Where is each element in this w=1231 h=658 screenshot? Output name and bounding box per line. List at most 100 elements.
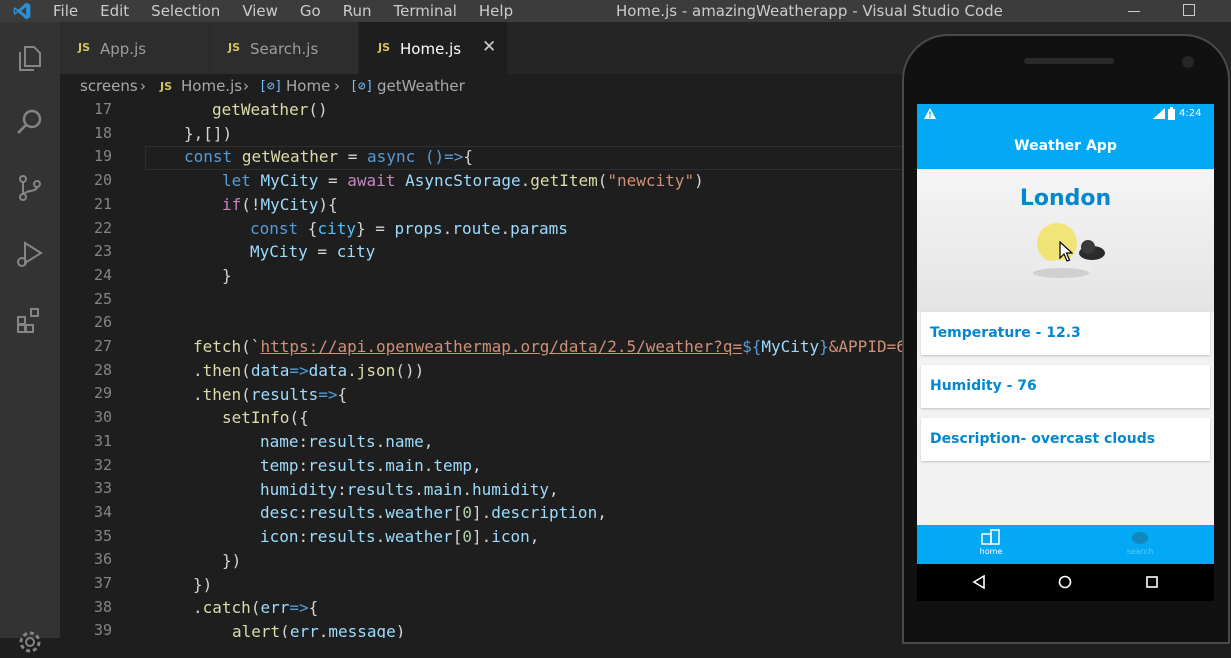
code-line-19: const getWeather = async ()=>{ bbox=[184, 147, 474, 166]
js-file-icon: JS bbox=[78, 41, 91, 54]
chevron-right-icon: › bbox=[140, 77, 146, 95]
menu-file[interactable]: File bbox=[53, 1, 78, 21]
code-line-27: fetch(`https://api.openweathermap.org/da… bbox=[193, 337, 906, 356]
breadcrumb: screens › JS Home.js › [⊘] Home › [⊘] ge… bbox=[60, 74, 960, 98]
line-number: 35 bbox=[93, 526, 112, 545]
tab-app-js[interactable]: JS App.js bbox=[60, 22, 210, 74]
line-number: 29 bbox=[93, 384, 112, 403]
code-line-33: humidity:results.main.humidity, bbox=[260, 480, 559, 499]
run-debug-icon[interactable] bbox=[14, 238, 46, 270]
tab-label: App.js bbox=[100, 40, 147, 58]
tab-home-js[interactable]: JS Home.js ✕ bbox=[359, 22, 508, 74]
menu-terminal[interactable]: Terminal bbox=[394, 1, 457, 21]
line-number: 20 bbox=[93, 171, 112, 190]
line-number: 23 bbox=[93, 242, 112, 261]
code-line-22: const {city} = props.route.params bbox=[250, 219, 568, 238]
warning-icon bbox=[924, 108, 936, 119]
line-number: 18 bbox=[93, 123, 112, 142]
menu-edit[interactable]: Edit bbox=[100, 1, 129, 21]
tab-label: Home.js bbox=[400, 40, 462, 58]
bottom-tab-label: search bbox=[1126, 547, 1154, 556]
line-number: 32 bbox=[93, 455, 112, 474]
title-bar: File Edit Selection View Go Run Terminal… bbox=[0, 0, 1231, 22]
code-line-20: let MyCity = await AsyncStorage.getItem(… bbox=[222, 171, 704, 190]
close-tab-icon[interactable]: ✕ bbox=[482, 37, 496, 57]
menu-view[interactable]: View bbox=[242, 1, 278, 21]
recents-square-icon[interactable] bbox=[1145, 575, 1159, 589]
phone-camera bbox=[1182, 56, 1194, 68]
code-line-32: temp:results.main.temp, bbox=[260, 456, 482, 475]
code-line-38: .catch(err=>{ bbox=[193, 598, 319, 617]
code-line-39: alert(err.message) bbox=[232, 622, 406, 638]
app-bar-title: Weather App bbox=[917, 124, 1214, 169]
vscode-logo-icon[interactable] bbox=[10, 1, 34, 21]
manage-gear-icon[interactable] bbox=[14, 626, 46, 658]
line-number: 21 bbox=[93, 194, 112, 213]
home-circle-icon[interactable] bbox=[1058, 575, 1072, 589]
android-nav-bar bbox=[917, 564, 1214, 601]
code-line-17: getWeather() bbox=[212, 100, 328, 119]
city-name: London bbox=[1019, 186, 1112, 211]
bottom-tab-search[interactable]: search bbox=[1110, 529, 1170, 561]
code-line-31: name:results.name, bbox=[260, 432, 434, 451]
code-line-29: .then(results=>{ bbox=[193, 385, 348, 404]
bottom-tab-home[interactable]: home bbox=[961, 529, 1021, 561]
weather-header: London bbox=[917, 169, 1214, 312]
code-line-24: } bbox=[222, 266, 232, 285]
code-editor[interactable]: 17 18 19 20 21 22 23 24 25 26 27 28 29 30 31 32 33 34 35 36… bbox=[60, 98, 960, 638]
activity-bar bbox=[0, 22, 60, 653]
explorer-icon[interactable] bbox=[14, 42, 46, 74]
line-number: 30 bbox=[93, 408, 112, 427]
line-number: 22 bbox=[93, 218, 112, 237]
code-line-18: },[]) bbox=[184, 124, 233, 143]
search-icon bbox=[1132, 532, 1148, 544]
line-number: 38 bbox=[93, 597, 112, 616]
menu-go[interactable]: Go bbox=[300, 1, 321, 21]
phone-screen: 4:24 Weather App London Temperature - 12… bbox=[917, 104, 1214, 601]
code-line-23: MyCity = city bbox=[250, 242, 376, 261]
maximize-button[interactable] bbox=[1166, 0, 1212, 22]
mouse-cursor-icon bbox=[1059, 241, 1073, 262]
tab-search-js[interactable]: JS Search.js bbox=[210, 22, 359, 74]
code-line-35: icon:results.weather[0].icon, bbox=[260, 527, 540, 546]
description-card: Description- overcast clouds bbox=[921, 418, 1210, 461]
code-line-28: .then(data=>data.json()) bbox=[193, 361, 425, 380]
menu-selection[interactable]: Selection bbox=[151, 1, 220, 21]
code-line-30: setInfo({ bbox=[222, 408, 309, 427]
line-number: 34 bbox=[93, 502, 112, 521]
line-number: 39 bbox=[93, 621, 112, 638]
line-number: 36 bbox=[93, 550, 112, 569]
signal-icon bbox=[1153, 108, 1165, 119]
minimize-button[interactable] bbox=[1110, 0, 1156, 22]
humidity-card: Humidity - 76 bbox=[921, 365, 1210, 408]
source-control-icon[interactable] bbox=[14, 172, 46, 204]
js-file-icon: JS bbox=[228, 41, 241, 54]
line-number: 37 bbox=[93, 574, 112, 592]
chevron-right-icon: › bbox=[243, 77, 249, 95]
line-number: 27 bbox=[93, 337, 112, 355]
phone-speaker bbox=[1024, 58, 1114, 64]
breadcrumb-file[interactable]: Home.js bbox=[181, 77, 242, 95]
code-line-34: desc:results.weather[0].description, bbox=[260, 503, 607, 522]
line-number: 19 bbox=[93, 147, 112, 166]
battery-icon bbox=[1168, 107, 1175, 120]
code-line-21: if(!MyCity){ bbox=[222, 195, 338, 214]
js-file-icon: JS bbox=[378, 41, 391, 54]
search-icon[interactable] bbox=[14, 106, 46, 138]
breadcrumb-function[interactable]: getWeather bbox=[377, 77, 465, 95]
chevron-right-icon: › bbox=[334, 77, 340, 95]
breadcrumb-folder[interactable]: screens bbox=[80, 77, 138, 95]
back-icon[interactable] bbox=[972, 575, 986, 589]
code-line-37: }) bbox=[193, 575, 213, 594]
menu-bar: File Edit Selection View Go Run Terminal… bbox=[53, 1, 535, 21]
breadcrumb-component[interactable]: Home bbox=[286, 77, 330, 95]
symbol-variable-icon: [⊘] bbox=[350, 79, 374, 94]
tab-label: Search.js bbox=[250, 40, 319, 58]
window-title: Home.js - amazingWeatherapp - Visual Stu… bbox=[616, 2, 1003, 20]
extensions-icon[interactable] bbox=[14, 304, 46, 336]
menu-help[interactable]: Help bbox=[479, 1, 513, 21]
line-number: 31 bbox=[93, 431, 112, 450]
symbol-variable-icon: [⊘] bbox=[259, 79, 283, 94]
home-icon bbox=[981, 529, 1000, 545]
menu-run[interactable]: Run bbox=[343, 1, 372, 21]
